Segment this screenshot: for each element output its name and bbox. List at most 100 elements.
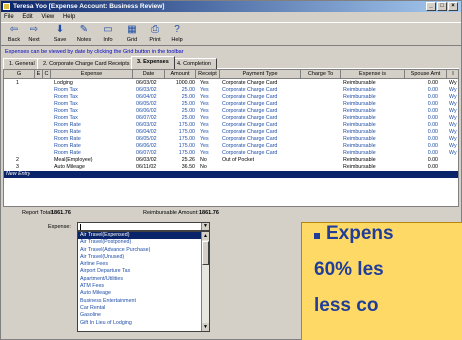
dropdown-option[interactable]: ATM Fees (78, 283, 209, 290)
cell-expense: Room Tax (54, 108, 78, 114)
cell-expense-is: Reimbursable (343, 87, 376, 93)
dropdown-option[interactable]: Air Travel(Expensed) (78, 232, 209, 240)
back-label: Back (7, 37, 21, 43)
grid-button[interactable]: ▦ Grid (121, 25, 143, 45)
cell-payment: Corporate Charge Card (222, 108, 278, 114)
table-row[interactable]: Room Tax 06/03/02 25.00 Yes Corporate Charge… (4, 87, 458, 94)
cell-spouse: 0.00 (427, 101, 438, 107)
tab-expenses[interactable]: 3. Expenses (131, 56, 175, 69)
cell-expense: Room Tax (54, 115, 78, 121)
menu-view[interactable]: View (41, 14, 54, 20)
col-e[interactable]: E (35, 70, 43, 79)
cell-i: Wy (449, 150, 457, 156)
dropdown-option[interactable]: Apartment/Utilities (78, 276, 209, 283)
table-row[interactable]: Room Rate 06/03/02 175.00 Yes Corporate Char… (4, 122, 458, 129)
scroll-down-icon[interactable]: ▼ (202, 323, 209, 331)
cell-receipt: Yes (200, 101, 209, 107)
app-icon (3, 3, 10, 10)
reimbursable-value: 1861.76 (199, 210, 219, 216)
col-c[interactable]: C (43, 70, 51, 79)
cell-payment: Corporate Charge Card (222, 143, 278, 149)
cell-spouse: 0.00 (427, 143, 438, 149)
save-button[interactable]: ⬇ Save (49, 25, 71, 45)
dropdown-option[interactable]: Airline Fees (78, 261, 209, 268)
table-row[interactable]: Room Tax 06/07/02 25.00 Yes Corporate Charge… (4, 115, 458, 122)
tab-general[interactable]: 1. General (3, 58, 41, 69)
cell-payment: Corporate Charge Card (222, 150, 278, 156)
table-row[interactable]: Room Rate 06/06/02 175.00 Yes Corporate Char… (4, 143, 458, 150)
dropdown-scrollbar[interactable]: ▲ ▼ (201, 232, 209, 331)
dropdown-option[interactable]: Airport Departure Tax (78, 268, 209, 275)
info-button[interactable]: ▭ Info (97, 25, 119, 45)
print-button[interactable]: ⎙ Print (144, 25, 166, 45)
dropdown-option[interactable]: Car Rental (78, 305, 209, 312)
title-bar[interactable]: Teresa Yoo [Expense Account: Business Re… (1, 1, 461, 12)
cell-num: 2 (16, 157, 19, 163)
menu-file[interactable]: File (4, 14, 14, 20)
scroll-up-icon[interactable]: ▲ (202, 232, 209, 240)
dropdown-option[interactable]: Business Entertainment (78, 298, 209, 305)
cell-receipt: Yes (200, 80, 209, 86)
table-row[interactable]: 1 Lodging 06/03/02 1000.00 Yes Corporate Char… (4, 80, 458, 87)
tab-completion[interactable]: 4. Completion (171, 58, 217, 69)
chevron-down-icon[interactable]: ▼ (201, 223, 209, 230)
tab-corporate-charge-card-receipts[interactable]: 2. Corporate Charge Card Receipts (37, 58, 136, 69)
col-payment-type[interactable]: Payment Type (220, 70, 301, 79)
cell-expense-is: Reimbursable (343, 94, 376, 100)
dropdown-option[interactable]: Auto Mileage (78, 290, 209, 297)
cell-payment: Corporate Charge Card (222, 122, 278, 128)
next-button[interactable]: ⇨ Next (23, 25, 45, 45)
help-button[interactable]: ? Help (166, 25, 188, 45)
cell-payment: Corporate Charge Card (222, 129, 278, 135)
table-row[interactable]: 3 Auto Mileage 06/11/02 36.50 No Reimbursable… (4, 164, 458, 171)
report-total-label: Report Total: (22, 210, 54, 216)
table-row[interactable]: 2 Meal(Employee) 06/03/02 25.26 No Out of Poc… (4, 157, 458, 164)
callout-line-2: 60% les (314, 259, 384, 280)
dropdown-option[interactable]: Air Travel(Postponed) (78, 239, 209, 246)
dropdown-option[interactable]: Gasoline (78, 312, 209, 319)
notes-button[interactable]: ✎ Notes (73, 25, 95, 45)
help-label: Help (171, 37, 183, 43)
table-row[interactable]: Room Tax 06/04/02 25.00 Yes Corporate Charge… (4, 94, 458, 101)
col-i[interactable]: I (447, 70, 458, 79)
table-row[interactable]: Room Rate 06/05/02 175.00 Yes Corporate Char… (4, 136, 458, 143)
grid-header: G E C Expense Date Amount Receipt Paymen… (4, 70, 458, 79)
maximize-button[interactable]: □ (437, 2, 447, 11)
col-amount[interactable]: Amount (165, 70, 196, 79)
cell-expense-is: Reimbursable (343, 157, 376, 163)
scroll-thumb[interactable] (202, 241, 209, 265)
table-row[interactable]: Room Rate 06/07/02 175.00 Yes Corporate Char… (4, 150, 458, 157)
col-expense[interactable]: Expense (51, 70, 133, 79)
dropdown-option[interactable]: Air Travel(Advance Purchase) (78, 247, 209, 254)
cell-spouse: 0.00 (427, 108, 438, 114)
minimize-button[interactable]: _ (426, 2, 436, 11)
dropdown-option[interactable]: Gift In Lieu of Lodging (78, 320, 209, 327)
table-row[interactable]: Room Tax 06/06/02 25.00 Yes Corporate Charge… (4, 108, 458, 115)
cell-amount: 25.00 (181, 101, 195, 107)
col-g[interactable]: G (4, 70, 35, 79)
cell-spouse: 0.00 (427, 122, 438, 128)
col-charge-to[interactable]: Charge To (301, 70, 341, 79)
col-date[interactable]: Date (133, 70, 165, 79)
cell-i: Wy (449, 136, 457, 142)
expense-dropdown-list[interactable]: Air Travel(Expensed) Air Travel(Postponed… (77, 231, 210, 332)
table-row[interactable]: Room Tax 06/05/02 25.00 Yes Corporate Charge… (4, 101, 458, 108)
cell-amount: 1000.00 (175, 80, 195, 86)
application-window: Teresa Yoo [Expense Account: Business Re… (0, 0, 462, 340)
col-spouse-amt[interactable]: Spouse Amt (405, 70, 447, 79)
back-button[interactable]: ⇦ Back (3, 25, 25, 45)
help-icon: ? (174, 24, 180, 35)
menu-help[interactable]: Help (63, 14, 75, 20)
dropdown-option[interactable]: Air Travel(Unused) (78, 254, 209, 261)
col-expense-is[interactable]: Expense is (341, 70, 405, 79)
expense-input[interactable]: ▼ (77, 222, 210, 231)
cell-date: 06/06/02 (136, 108, 157, 114)
table-row[interactable]: Room Rate 06/04/02 175.00 Yes Corporate Char… (4, 129, 458, 136)
cell-expense-is: Reimbursable (343, 115, 376, 121)
new-entry-row[interactable]: New Entry (4, 171, 458, 178)
reimbursable-label: Reimbursable Amount: (143, 210, 199, 216)
cell-expense: Room Rate (54, 143, 81, 149)
menu-edit[interactable]: Edit (22, 14, 32, 20)
col-receipt[interactable]: Receipt (196, 70, 220, 79)
close-button[interactable]: × (448, 2, 458, 11)
